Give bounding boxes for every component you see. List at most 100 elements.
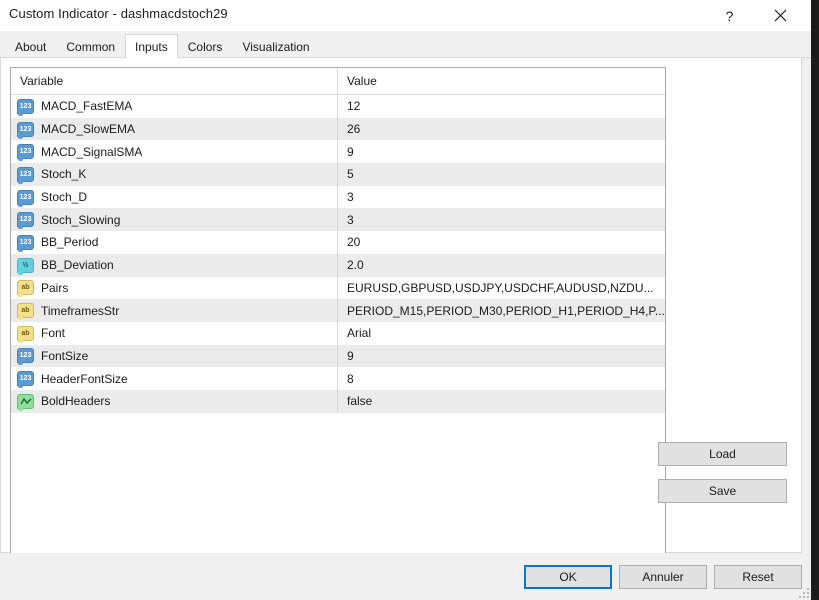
tab-label: Colors [187, 39, 223, 54]
variable-name: BB_Period [41, 235, 99, 250]
window-right-edge [811, 0, 819, 600]
load-button[interactable]: Load [658, 442, 787, 466]
table-row[interactable]: 123 MACD_SignalSMA 9 [11, 140, 665, 164]
variable-name: TimeframesStr [41, 303, 120, 318]
integer-type-icon: 123 [17, 212, 34, 230]
tab-colors[interactable]: Colors [177, 35, 233, 57]
value-cell[interactable]: 8 [337, 367, 665, 390]
save-button[interactable]: Save [658, 479, 787, 503]
variable-cell: ab Pairs [11, 277, 337, 300]
tab-label: Common [66, 39, 116, 54]
value-text: 3 [347, 212, 354, 227]
tab-bar: About Common Inputs Colors Visualization [0, 31, 811, 58]
variable-name: MACD_FastEMA [41, 99, 133, 114]
tab-common[interactable]: Common [56, 35, 126, 57]
tab-inputs[interactable]: Inputs [125, 34, 178, 58]
variable-cell: 123 Stoch_K [11, 163, 337, 186]
table-row[interactable]: 123 MACD_SlowEMA 26 [11, 117, 665, 141]
value-cell[interactable]: false [337, 389, 665, 413]
value-text: 20 [347, 235, 361, 250]
variable-cell: 123 Stoch_Slowing [11, 208, 337, 231]
close-icon [774, 9, 787, 22]
table-row[interactable]: ab Pairs EURUSD,GBPUSD,USDJPY,USDCHF,AUDUS… [11, 276, 665, 300]
variable-name: Stoch_Slowing [41, 212, 121, 227]
table-row[interactable]: ab TimeframesStr PERIOD_M15,PERIOD_M30,PER… [11, 299, 665, 322]
footer-button-group: OK Annuler Reset [524, 565, 802, 589]
variable-cell: 123 FontSize [11, 345, 337, 368]
dialog-footer: OK Annuler Reset [0, 553, 811, 600]
table-body: 123 MACD_FastEMA 12 123 MACD_SlowEMA 26 123 MAC… [11, 95, 665, 413]
variable-cell: 123 Stoch_D [11, 186, 337, 209]
value-cell[interactable]: EURUSD,GBPUSD,USDJPY,USDCHF,AUDUSD,NZDU.… [337, 276, 665, 300]
value-cell[interactable]: 9 [337, 344, 665, 368]
table-row[interactable]: 123 BB_Period 20 [11, 231, 665, 254]
variable-name: Stoch_K [41, 167, 87, 182]
string-type-icon: ab [17, 303, 34, 321]
value-text: false [347, 394, 373, 409]
variable-cell: BoldHeaders [11, 390, 337, 413]
variable-cell: 123 MACD_FastEMA [11, 95, 337, 118]
cancel-button[interactable]: Annuler [619, 565, 707, 589]
ok-button[interactable]: OK [524, 565, 612, 589]
tab-label: About [15, 39, 47, 54]
table-row[interactable]: 123 MACD_FastEMA 12 [11, 95, 665, 118]
value-cell[interactable]: 12 [337, 95, 665, 118]
column-header-variable: Variable [20, 74, 64, 88]
value-cell[interactable]: 3 [337, 208, 665, 232]
value-text: 3 [347, 190, 354, 205]
value-cell[interactable]: Arial [337, 321, 665, 345]
value-text: PERIOD_M15,PERIOD_M30,PERIOD_H1,PERIOD_H… [347, 303, 665, 318]
value-text: EURUSD,GBPUSD,USDJPY,USDCHF,AUDUSD,NZDU.… [347, 280, 654, 295]
close-button[interactable] [758, 0, 803, 31]
variable-name: Font [41, 326, 66, 341]
variable-name: FontSize [41, 348, 89, 363]
reset-button[interactable]: Reset [714, 565, 802, 589]
integer-type-icon: 123 [17, 144, 34, 162]
variable-name: BB_Deviation [41, 258, 114, 273]
value-cell[interactable]: 20 [337, 231, 665, 254]
tab-about[interactable]: About [5, 35, 57, 57]
tab-visualization[interactable]: Visualization [232, 35, 320, 57]
integer-type-icon: 123 [17, 234, 34, 252]
value-cell[interactable]: PERIOD_M15,PERIOD_M30,PERIOD_H1,PERIOD_H… [337, 299, 665, 322]
table-row[interactable]: 123 Stoch_D 3 [11, 185, 665, 209]
table-row[interactable]: ab Font Arial [11, 321, 665, 345]
integer-type-icon: 123 [17, 121, 34, 139]
table-row[interactable]: 123 Stoch_K 5 [11, 163, 665, 186]
variable-cell: ab TimeframesStr [11, 299, 337, 322]
side-button-group: Load Save [658, 442, 787, 503]
table-row[interactable]: 123 HeaderFontSize 8 [11, 367, 665, 390]
variable-cell: 123 BB_Period [11, 231, 337, 254]
bool-type-icon [17, 393, 34, 411]
string-type-icon: ab [17, 280, 34, 298]
value-text: 26 [347, 122, 361, 137]
value-cell[interactable]: 9 [337, 140, 665, 164]
table-row[interactable]: 123 FontSize 9 [11, 344, 665, 368]
value-text: 8 [347, 371, 354, 386]
variable-name: HeaderFontSize [41, 371, 128, 386]
variable-cell: 123 HeaderFontSize [11, 367, 337, 390]
help-button[interactable]: ? [707, 0, 752, 31]
table-row[interactable]: BoldHeaders false [11, 389, 665, 413]
integer-type-icon: 123 [17, 98, 34, 116]
value-cell[interactable]: 2.0 [337, 253, 665, 277]
string-type-icon: ab [17, 325, 34, 343]
variable-name: MACD_SignalSMA [41, 144, 143, 159]
parameters-table[interactable]: Variable Value 123 MACD_FastEMA 12 123 MACD_… [10, 67, 666, 557]
integer-type-icon: 123 [17, 348, 34, 366]
integer-type-icon: 123 [17, 371, 34, 389]
question-mark-icon: ? [725, 7, 734, 24]
resize-grip-icon[interactable] [799, 588, 809, 598]
column-header-value: Value [337, 68, 665, 94]
value-cell[interactable]: 5 [337, 163, 665, 186]
variable-name: Pairs [41, 280, 69, 295]
table-row[interactable]: 123 Stoch_Slowing 3 [11, 208, 665, 232]
value-cell[interactable]: 26 [337, 117, 665, 141]
table-row[interactable]: ½ BB_Deviation 2.0 [11, 253, 665, 277]
title-bar: Custom Indicator - dashmacdstoch29 ? [0, 0, 811, 31]
value-text: 12 [347, 99, 361, 114]
integer-type-icon: 123 [17, 189, 34, 207]
value-cell[interactable]: 3 [337, 185, 665, 209]
table-header-row: Variable Value [11, 68, 665, 95]
value-text: 5 [347, 167, 354, 182]
